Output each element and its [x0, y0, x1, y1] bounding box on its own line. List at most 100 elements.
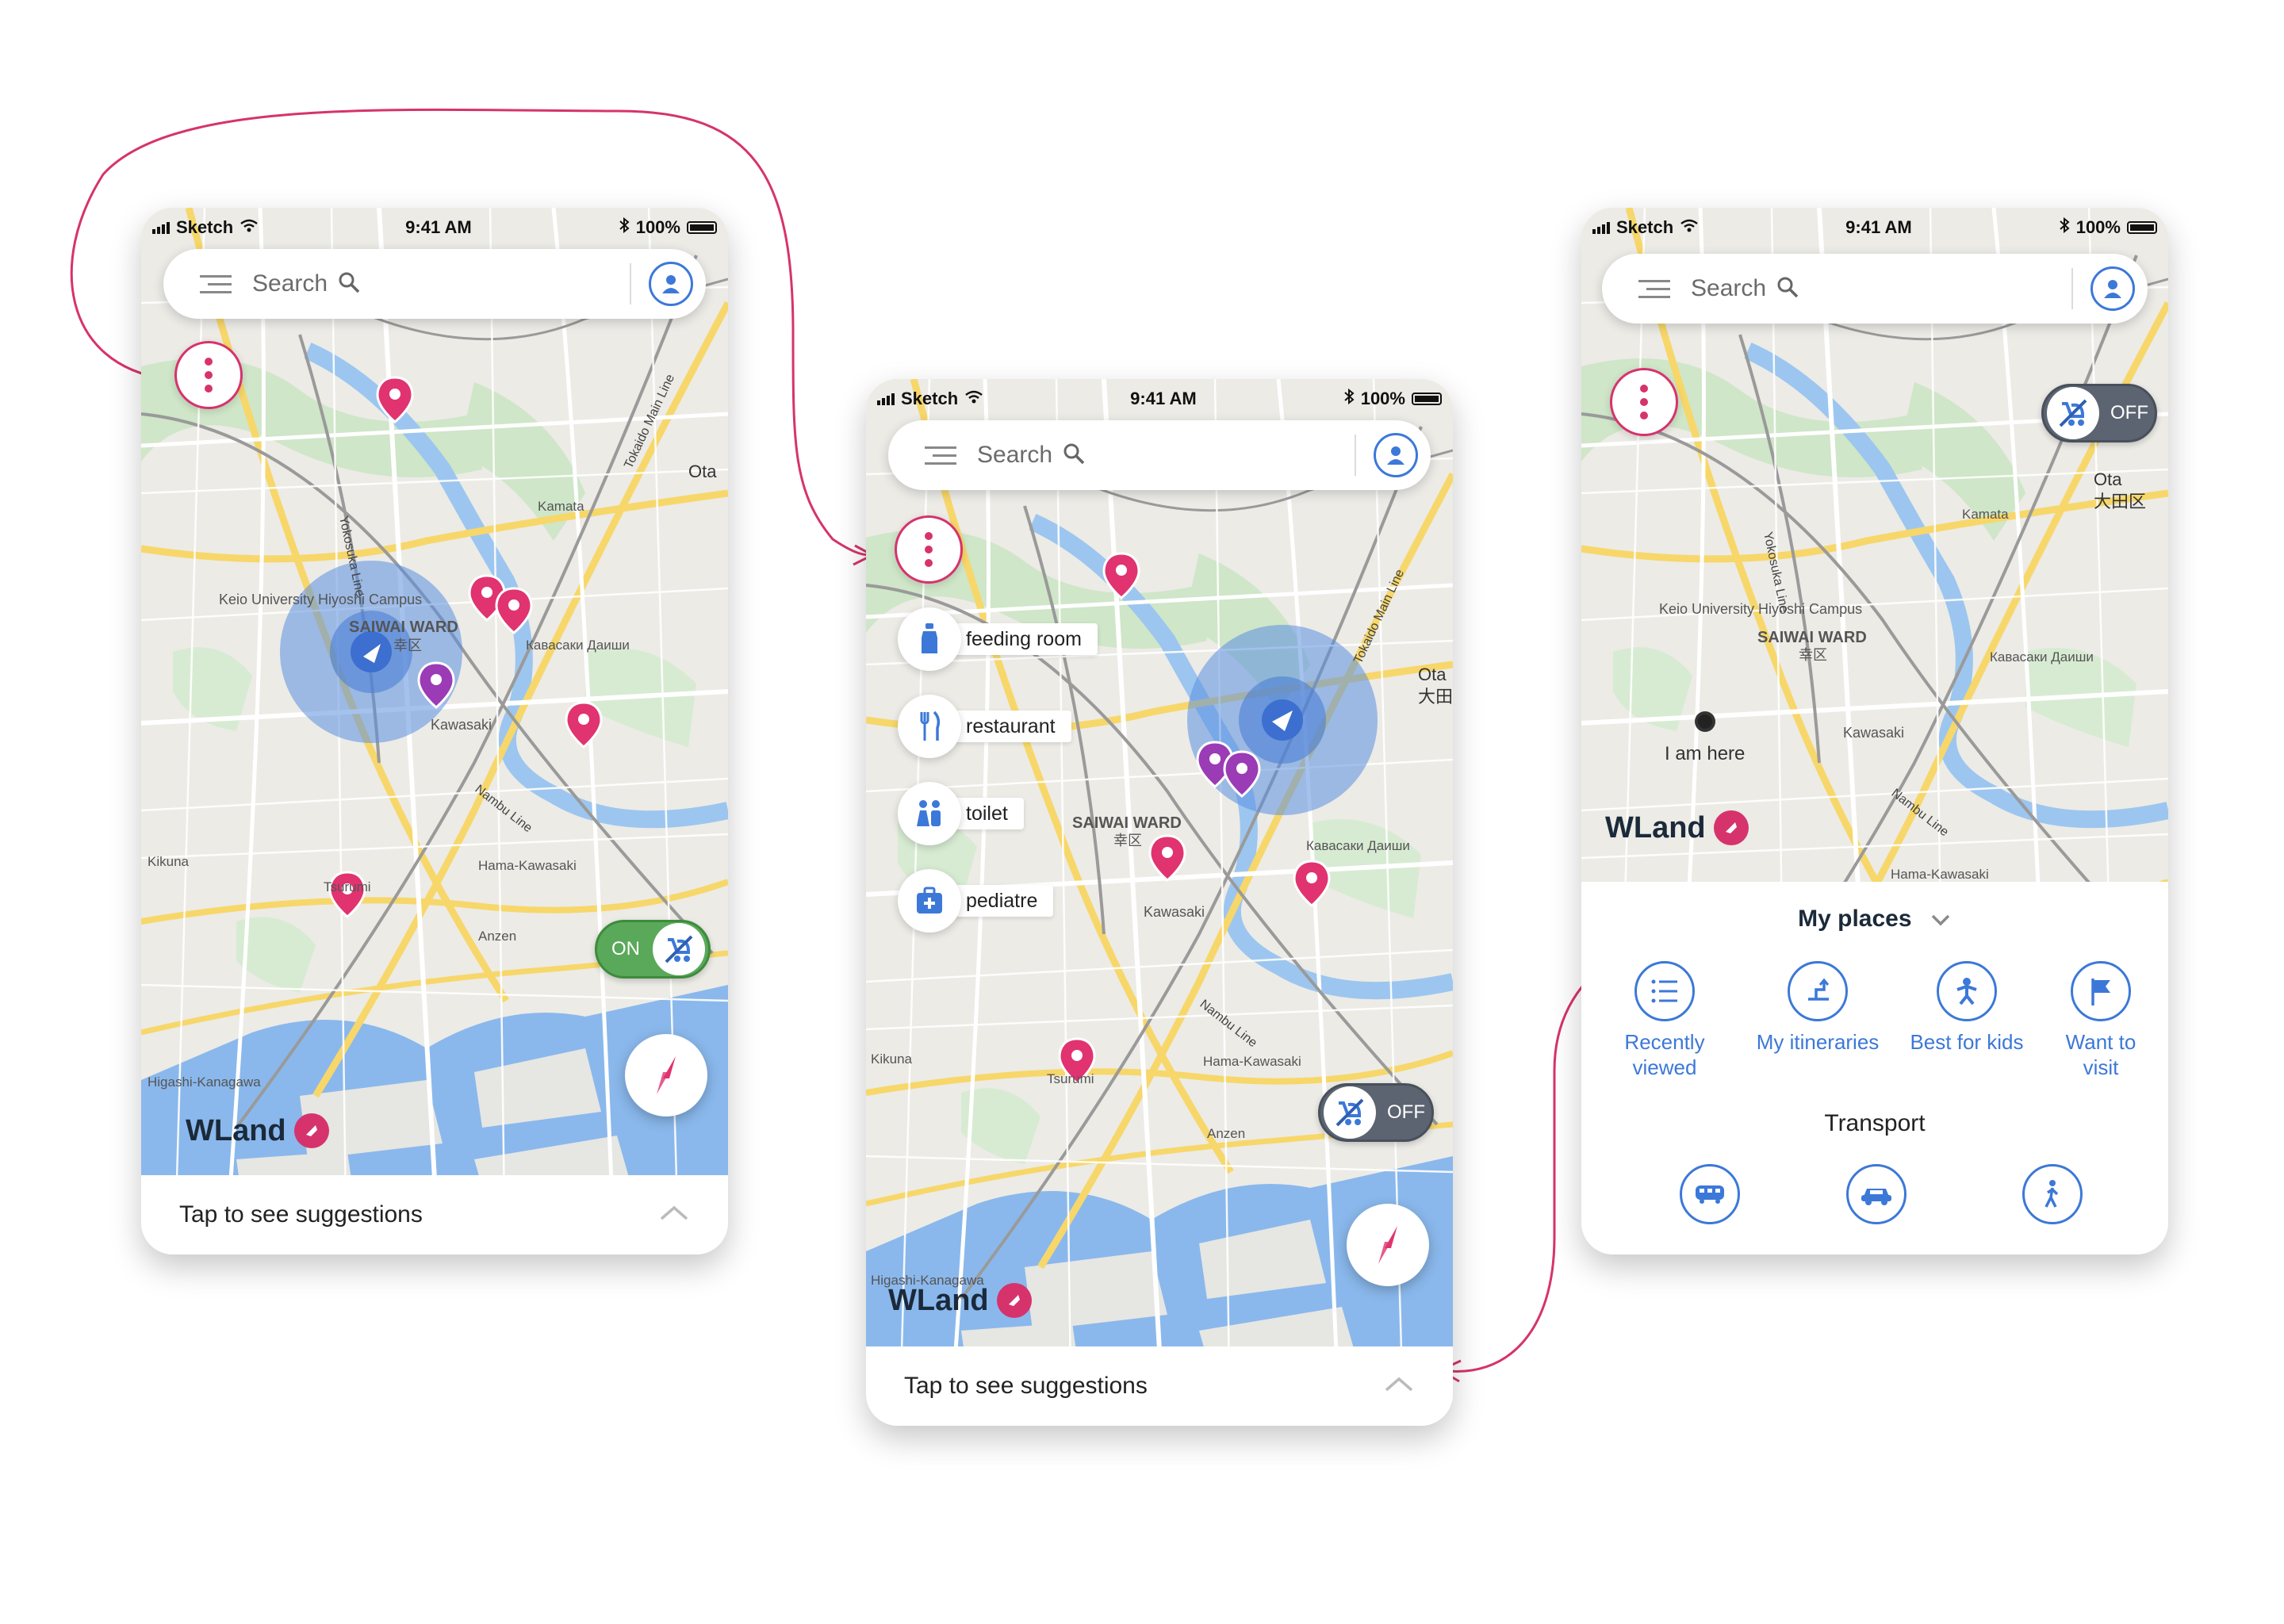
categories-menu-button[interactable]: [174, 341, 243, 409]
place-label-line1: Best for kids: [1910, 1030, 2024, 1054]
stroller-icon: [2047, 387, 2099, 439]
search-divider: [2071, 268, 2073, 309]
place-label-line1: Want to: [2065, 1030, 2136, 1054]
suggestions-label: Tap to see suggestions: [904, 1373, 1148, 1399]
battery-icon: [2126, 221, 2157, 234]
wifi-icon: [1680, 217, 1699, 238]
categories-menu-button[interactable]: [1610, 368, 1678, 436]
stroller-toggle-on[interactable]: ON: [595, 920, 711, 979]
battery-percent: 100%: [1360, 389, 1405, 408]
profile-avatar-button[interactable]: [2090, 266, 2135, 311]
category-toilet[interactable]: toilet: [898, 782, 1024, 845]
map-label-kavasaki-cyr: Кавасаки Даиши: [526, 638, 630, 653]
brand-name: WLand: [888, 1283, 989, 1317]
status-bar: Sketch 9:41 AM 100%: [141, 208, 728, 247]
stroller-icon: [1324, 1086, 1376, 1139]
user-icon: [2104, 280, 2121, 298]
chevron-down-icon[interactable]: [1930, 906, 1952, 933]
search-bar[interactable]: Search: [1602, 254, 2148, 324]
transport-title: Transport: [1824, 1110, 1926, 1136]
map-label-anzen: Anzen: [1207, 1126, 1245, 1141]
battery-icon: [686, 221, 717, 234]
map-label-anzen: Anzen: [478, 929, 516, 944]
category-feeding-room[interactable]: feeding room: [898, 607, 1098, 671]
menu-icon[interactable]: [925, 441, 956, 470]
map-label-saiwai-kanji: 幸区: [393, 638, 422, 653]
suggestions-bar[interactable]: Tap to see suggestions: [866, 1346, 1453, 1426]
chevron-up-icon[interactable]: [658, 1201, 690, 1228]
place-want-to-visit[interactable]: Want to visit: [2033, 961, 2168, 1080]
place-label-line2: viewed: [1632, 1055, 1697, 1079]
search-bar[interactable]: Search: [163, 249, 706, 319]
status-bar: Sketch 9:41 AM 100%: [866, 379, 1453, 419]
map-label-tsurumi: Tsurumi: [324, 879, 371, 894]
category-restaurant[interactable]: restaurant: [898, 695, 1071, 758]
search-input[interactable]: Search: [977, 442, 1052, 469]
map-label-kavasaki-cyr: Кавасаки Даиши: [1306, 838, 1410, 853]
suggestions-bar[interactable]: Tap to see suggestions: [141, 1175, 728, 1254]
map-view[interactable]: SAIWAI WARD 幸区 Kawasaki Ota 大田区 Кавасаки…: [866, 379, 1453, 1346]
profile-avatar-button[interactable]: [649, 262, 693, 306]
user-icon: [1387, 446, 1405, 465]
map-label-hama-kawasaki: Hama-Kawasaki: [478, 858, 577, 873]
category-pediatre[interactable]: pediatre: [898, 869, 1054, 933]
car-icon[interactable]: [1846, 1164, 1907, 1224]
map-label-saiwai: SAIWAI WARD: [1072, 814, 1182, 832]
menu-icon[interactable]: [1638, 274, 1670, 304]
wifi-icon: [240, 217, 259, 238]
brand-mark-icon: [996, 1283, 1032, 1318]
place-best-for-kids[interactable]: Best for kids: [1895, 961, 2038, 1055]
my-places-title: My places: [1798, 906, 1912, 932]
bottle-icon: [898, 607, 961, 671]
stroller-toggle-off[interactable]: OFF: [2041, 384, 2157, 442]
search-input[interactable]: Search: [252, 270, 328, 297]
fork-knife-icon: [898, 695, 961, 758]
map-label-ota: Ota: [2094, 469, 2122, 489]
map-label-ota: Ota: [1418, 665, 1447, 684]
map-label-kamata: Kamata: [1962, 507, 2009, 522]
bluetooth-icon: [2059, 216, 2070, 238]
place-my-itineraries[interactable]: My itineraries: [1738, 961, 1897, 1055]
wifi-icon: [964, 389, 983, 409]
map-label-ota: Ota: [688, 462, 717, 481]
chevron-up-icon[interactable]: [1383, 1373, 1415, 1400]
compass-icon: [1378, 1226, 1397, 1264]
wland-logo: WLand: [888, 1283, 1032, 1318]
bus-icon[interactable]: [1680, 1164, 1740, 1224]
people-icon: [898, 782, 961, 845]
suggestions-label: Tap to see suggestions: [179, 1201, 423, 1228]
map-label-ota-kanji: 大田区: [1418, 687, 1453, 707]
compass-button[interactable]: [1347, 1204, 1429, 1286]
map-label-hama-kawasaki: Hama-Kawasaki: [1891, 867, 1989, 882]
compass-button[interactable]: [625, 1034, 707, 1116]
categories-menu-button[interactable]: [895, 515, 963, 584]
map-label-tsurumi: Tsurumi: [1047, 1071, 1094, 1086]
search-icon[interactable]: [337, 270, 361, 298]
place-recently-viewed[interactable]: Recently viewed: [1597, 961, 1732, 1080]
map-label-saiwai: SAIWAI WARD: [349, 619, 458, 636]
brand-name: WLand: [1605, 810, 1706, 845]
search-icon[interactable]: [1776, 275, 1799, 303]
menu-icon[interactable]: [200, 270, 232, 299]
status-time: 9:41 AM: [1845, 217, 1912, 237]
stroller-toggle-off[interactable]: OFF: [1318, 1083, 1434, 1142]
map-label-hama-kawasaki: Hama-Kawasaki: [1203, 1054, 1301, 1069]
flag-icon: [2071, 961, 2131, 1021]
place-label-line2: visit: [2083, 1055, 2119, 1079]
bluetooth-icon: [619, 216, 630, 238]
route-icon: [1788, 961, 1848, 1021]
map-label-kikuna: Kikuna: [148, 854, 190, 869]
signal-icon: [877, 393, 895, 405]
search-bar[interactable]: Search: [888, 420, 1431, 490]
walk-icon[interactable]: [2022, 1164, 2083, 1224]
profile-avatar-button[interactable]: [1374, 433, 1418, 477]
map-label-saiwai-kanji: 幸区: [1113, 833, 1142, 848]
search-input[interactable]: Search: [1691, 275, 1766, 302]
carrier-label: Sketch: [176, 217, 234, 237]
stroller-icon: [653, 923, 705, 975]
my-places-header[interactable]: My places: [1581, 906, 2168, 933]
category-label: feeding room: [939, 623, 1098, 655]
search-icon[interactable]: [1062, 442, 1086, 469]
bluetooth-icon: [1343, 388, 1355, 409]
status-bar: Sketch 9:41 AM 100%: [1581, 208, 2168, 247]
